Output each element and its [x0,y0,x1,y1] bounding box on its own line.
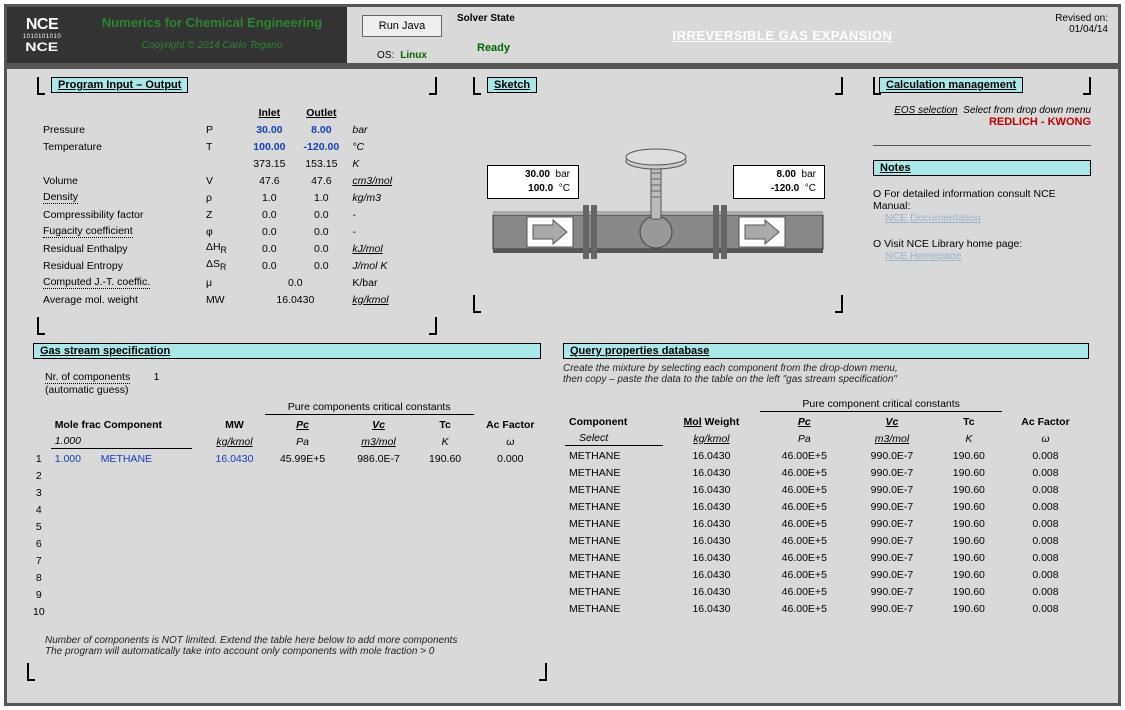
page-title: IRREVERSIBLE GAS EXPANSION [557,7,1008,63]
outlet-conditions: 8.00 bar -120.0 °C [733,165,825,199]
revised-date: Revised on:01/04/14 [1008,7,1118,63]
nr-components-label: Nr. of components [45,371,130,384]
doc-link[interactable]: NCE Documentation [885,212,981,224]
home-link[interactable]: NCE Homepage [885,250,961,262]
gas-header: Gas stream specification [33,343,541,359]
query-table: Pure component critical constants Compon… [563,395,1089,618]
gas-table: Pure components critical constants Mole … [27,398,547,621]
sketch-header: Sketch [487,77,537,93]
logo: NCE1010101010NCE [7,7,77,63]
component-select[interactable]: Select [565,431,663,446]
run-java-button[interactable]: Run Java [362,15,442,37]
os-info: OS:Linux [377,50,427,61]
notes-header: Notes [873,160,1091,176]
query-header: Query properties database [563,343,1089,359]
io-table: InletOutlet PressureP30.008.00barTempera… [37,103,417,309]
sketch-diagram: 30.00 bar 100.0 °C 8.00 bar -120.0 °C [473,95,843,285]
header: NCE1010101010NCE Numerics for Chemical E… [7,7,1118,69]
note-2: O Visit NCE Library home page: [873,238,1091,250]
note-1: O For detailed information consult NCE M… [873,188,1091,212]
copyright: Copyright © 2014 Carlo Tegano [77,40,347,51]
inlet-conditions: 30.00 bar 100.0 °C [487,165,579,199]
calc-header: Calculation management [879,77,1023,93]
eos-dropdown[interactable] [873,130,1091,146]
brand: Numerics for Chemical Engineering Copyri… [77,7,347,63]
solver-state: Solver State Ready [457,7,557,63]
nr-components-value: 1 [154,371,160,383]
io-header: Program Input – Output [51,77,188,93]
eos-value[interactable]: REDLICH - KWONG [873,116,1091,128]
